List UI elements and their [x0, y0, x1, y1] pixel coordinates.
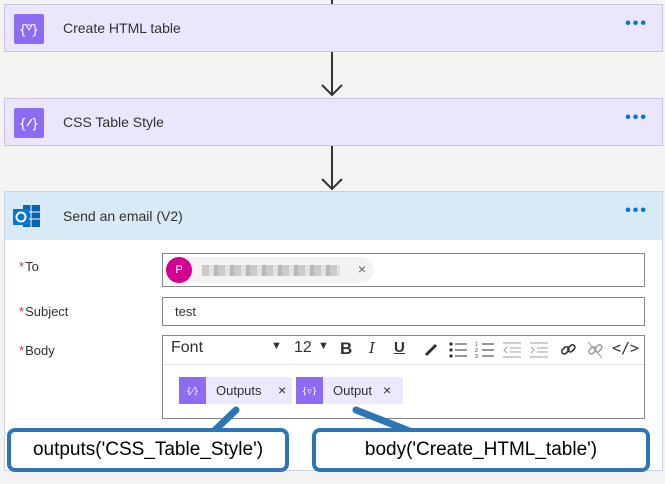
callout-create-html-table: body('Create_HTML_table')	[312, 428, 650, 472]
callout-connectors	[209, 406, 416, 436]
callout-css-table-style: outputs('CSS_Table_Style')	[7, 428, 289, 472]
